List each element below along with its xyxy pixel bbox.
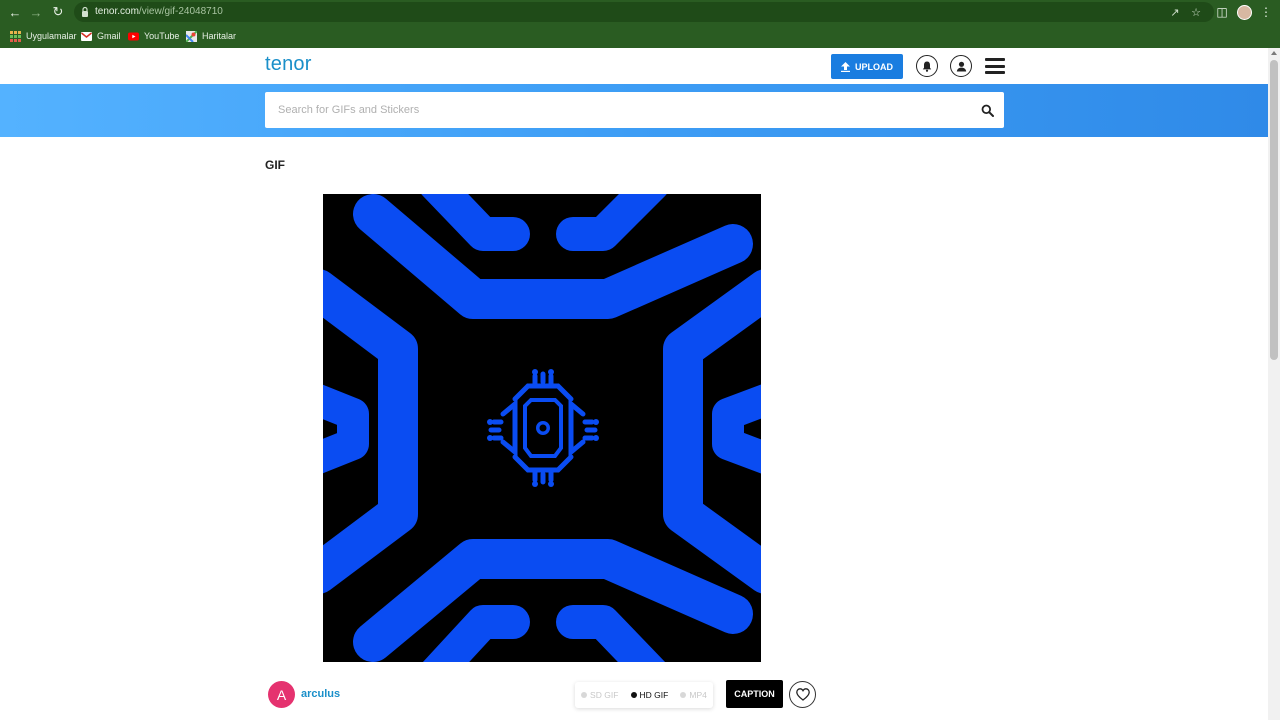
radio-dot-icon bbox=[680, 692, 687, 698]
radio-dot-icon bbox=[581, 692, 588, 698]
address-row: ← → ↻ tenor.com/view/gif-24048710 ↗ ☆ ◫ … bbox=[0, 0, 1280, 24]
format-label: HD GIF bbox=[639, 690, 669, 700]
gmail-icon bbox=[81, 31, 92, 41]
hamburger-menu-icon[interactable] bbox=[985, 58, 1005, 74]
side-panel-icon[interactable]: ◫ bbox=[1213, 3, 1231, 21]
caption-button[interactable]: CAPTION bbox=[726, 680, 783, 708]
bookmark-label: Haritalar bbox=[202, 31, 237, 41]
account-button[interactable] bbox=[950, 55, 972, 77]
bookmark-label: YouTube bbox=[144, 31, 180, 41]
search-icon[interactable] bbox=[981, 104, 994, 117]
format-label: SD GIF bbox=[590, 690, 619, 700]
scrollbar-thumb[interactable] bbox=[1270, 60, 1278, 360]
format-mp4[interactable]: MP4 bbox=[680, 690, 707, 700]
apps-grid-icon bbox=[10, 30, 21, 42]
share-icon[interactable]: ↗ bbox=[1167, 4, 1183, 20]
heart-icon bbox=[795, 688, 810, 701]
url-path: /view/gif-24048710 bbox=[138, 6, 223, 17]
user-icon bbox=[956, 61, 966, 71]
bookmark-label: Uygulamalar bbox=[26, 31, 77, 41]
tenor-logo[interactable]: tenor bbox=[265, 53, 312, 76]
username-link[interactable]: arculus bbox=[301, 688, 340, 700]
page-scrollbar[interactable] bbox=[1268, 48, 1280, 720]
back-arrow-icon[interactable]: ← bbox=[4, 1, 26, 23]
tenor-page: tenor UPLOAD Search for GIFs and Sticker… bbox=[0, 48, 1268, 720]
youtube-icon bbox=[128, 32, 139, 40]
format-hd-gif[interactable]: HD GIF bbox=[630, 690, 669, 700]
bookmark-youtube[interactable]: YouTube bbox=[128, 28, 179, 44]
format-sd-gif[interactable]: SD GIF bbox=[581, 690, 618, 700]
bell-icon bbox=[922, 61, 932, 72]
radio-dot-icon bbox=[630, 692, 637, 698]
forward-arrow-icon[interactable]: → bbox=[25, 1, 47, 23]
profile-icon bbox=[1236, 4, 1252, 20]
favorite-button[interactable] bbox=[789, 681, 816, 708]
profile-avatar[interactable] bbox=[1235, 3, 1253, 21]
lock-icon bbox=[82, 6, 88, 17]
maps-icon bbox=[186, 30, 197, 42]
format-label: MP4 bbox=[689, 690, 707, 700]
gif-artwork bbox=[323, 194, 761, 662]
bookmark-label: Gmail bbox=[97, 31, 121, 41]
star-icon[interactable]: ☆ bbox=[1188, 4, 1204, 20]
bookmarks-bar: Uygulamalar Gmail YouTube Haritalar bbox=[0, 24, 1280, 48]
kebab-menu-icon[interactable]: ⋮ bbox=[1257, 3, 1275, 21]
url-text: tenor.com/view/gif-24048710 bbox=[95, 5, 223, 19]
search-banner bbox=[0, 84, 1268, 137]
search-box bbox=[265, 92, 1004, 128]
notifications-button[interactable] bbox=[916, 55, 938, 77]
browser-chrome: ← → ↻ tenor.com/view/gif-24048710 ↗ ☆ ◫ … bbox=[0, 0, 1280, 48]
search-input[interactable] bbox=[278, 92, 958, 128]
reload-icon[interactable]: ↻ bbox=[47, 1, 69, 23]
page-title: GIF bbox=[265, 158, 285, 172]
bookmark-maps[interactable]: Haritalar bbox=[186, 28, 236, 44]
format-selector: SD GIF HD GIF MP4 bbox=[575, 682, 713, 708]
gif-actions-row: A arculus SD GIF HD GIF MP4 CAPTION bbox=[0, 678, 1268, 710]
address-bar[interactable]: tenor.com/view/gif-24048710 ↗ ☆ bbox=[74, 2, 1214, 22]
upload-button[interactable]: UPLOAD bbox=[831, 54, 903, 79]
upload-label: UPLOAD bbox=[855, 61, 893, 72]
upload-arrow-icon bbox=[841, 61, 850, 72]
url-host: tenor.com bbox=[95, 6, 139, 17]
site-header: tenor UPLOAD bbox=[0, 48, 1268, 84]
bookmark-apps[interactable]: Uygulamalar bbox=[10, 28, 77, 44]
avatar[interactable]: A bbox=[268, 681, 295, 708]
bookmark-gmail[interactable]: Gmail bbox=[81, 28, 121, 44]
scroll-up-arrow-icon[interactable] bbox=[1271, 51, 1277, 55]
gif-image[interactable] bbox=[323, 194, 761, 662]
